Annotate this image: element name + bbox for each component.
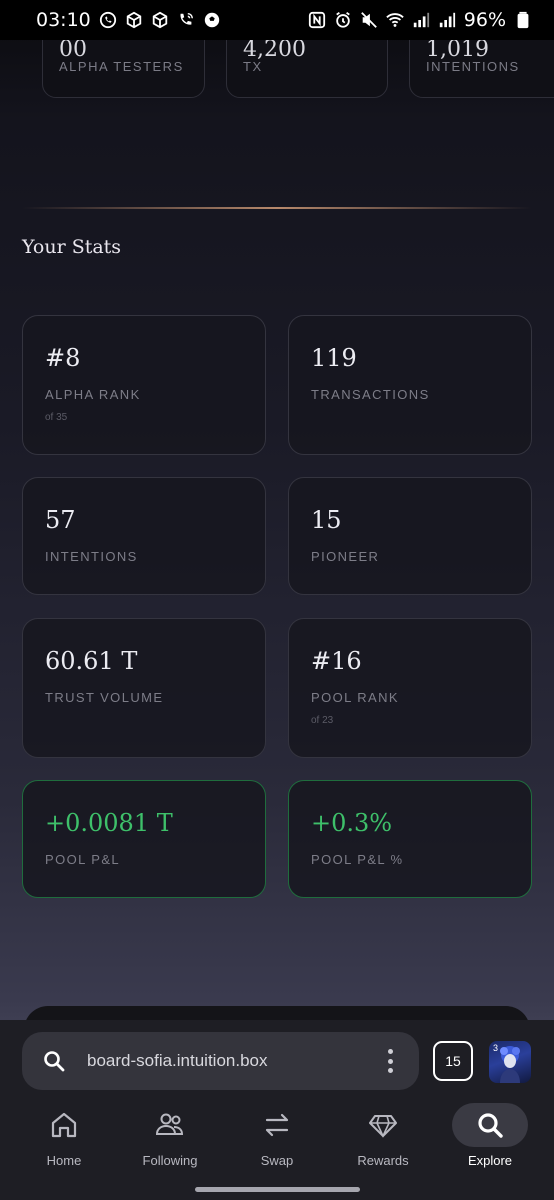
stat-label: INTENTIONS: [45, 549, 138, 564]
stat-label: POOL P&L %: [311, 852, 404, 867]
package-icon: [125, 11, 143, 29]
nav-swap[interactable]: Swap: [227, 1102, 327, 1182]
stat-label: POOL RANK: [311, 690, 399, 705]
stat-card-alpha-rank: #8 ALPHA RANK of 35: [22, 315, 266, 455]
section-title: Your Stats: [22, 236, 122, 258]
stat-value: 60.61 T: [45, 647, 138, 675]
stat-value: #8: [45, 344, 81, 372]
stat-card-trust-volume: 60.61 T TRUST VOLUME: [22, 618, 266, 758]
card-label: TX: [243, 59, 263, 74]
url-text[interactable]: board-sofia.intuition.box: [87, 1051, 268, 1071]
wifi-icon: [386, 11, 404, 29]
stat-card-pioneer: 15 PIONEER: [288, 477, 532, 595]
status-bar-left: 03:10: [36, 9, 221, 31]
stat-value: 15: [311, 506, 342, 534]
stat-card-intentions: 57 INTENTIONS: [22, 477, 266, 595]
stat-value: 57: [45, 506, 76, 534]
nav-rewards[interactable]: Rewards: [333, 1102, 433, 1182]
stat-label: POOL P&L: [45, 852, 121, 867]
diamond-icon: [366, 1108, 400, 1142]
card-label: ALPHA TESTERS: [59, 59, 184, 74]
stat-subtext: of 23: [311, 715, 334, 726]
alarm-icon: [334, 11, 352, 29]
whatsapp-icon: [99, 11, 117, 29]
bottom-nav: Home Following Swap Rewards Explore: [0, 1102, 554, 1200]
stat-value: #16: [311, 647, 362, 675]
address-bar[interactable]: board-sofia.intuition.box: [22, 1032, 419, 1090]
stat-card-pool-pnl-percent: +0.3% POOL P&L %: [288, 780, 532, 898]
home-gesture-bar[interactable]: [195, 1187, 360, 1192]
stat-value: +0.0081 T: [45, 809, 173, 837]
avatar-badge: 3: [493, 1043, 499, 1053]
nav-home[interactable]: Home: [14, 1102, 114, 1182]
status-bar: 03:10 96%: [0, 0, 554, 40]
soccer-ball-icon: [203, 11, 221, 29]
stat-label: ALPHA RANK: [45, 387, 141, 402]
avatar[interactable]: 3: [489, 1041, 531, 1083]
status-bar-right: 96%: [308, 9, 532, 31]
search-icon: [473, 1108, 507, 1142]
clock: 03:10: [36, 9, 91, 31]
nav-following[interactable]: Following: [120, 1102, 220, 1182]
nfc-icon: [308, 11, 326, 29]
tab-switcher-button[interactable]: 15: [433, 1041, 473, 1081]
nav-label: Home: [46, 1153, 82, 1168]
people-icon: [153, 1108, 187, 1142]
wifi-call-icon: [177, 11, 195, 29]
battery-percent: 96%: [463, 9, 506, 31]
mute-icon: [360, 11, 378, 29]
stat-card-pool-rank: #16 POOL RANK of 23: [288, 618, 532, 758]
stat-value: +0.3%: [311, 809, 393, 837]
nav-label: Following: [142, 1153, 198, 1168]
nav-explore[interactable]: Explore: [440, 1102, 540, 1182]
signal-icon: [412, 11, 430, 29]
more-options-icon[interactable]: [382, 1049, 398, 1073]
swap-icon: [260, 1108, 294, 1142]
stat-subtext: of 35: [45, 412, 68, 423]
stat-label: TRANSACTIONS: [311, 387, 430, 402]
signal-icon: [438, 11, 456, 29]
battery-icon: [514, 11, 532, 29]
stat-label: TRUST VOLUME: [45, 690, 164, 705]
search-icon: [44, 1051, 65, 1072]
stat-card-transactions: 119 TRANSACTIONS: [288, 315, 532, 455]
nav-label: Swap: [260, 1153, 294, 1168]
package-icon: [151, 11, 169, 29]
nav-label: Explore: [467, 1153, 513, 1168]
browser-toolbar: board-sofia.intuition.box 15 3: [0, 1020, 554, 1102]
nav-label: Rewards: [357, 1153, 409, 1168]
stat-label: PIONEER: [311, 549, 380, 564]
stat-value: 119: [311, 344, 357, 372]
card-label: INTENTIONS: [426, 59, 520, 74]
stat-card-pool-pnl: +0.0081 T POOL P&L: [22, 780, 266, 898]
home-icon: [47, 1108, 81, 1142]
section-divider: [22, 207, 532, 209]
